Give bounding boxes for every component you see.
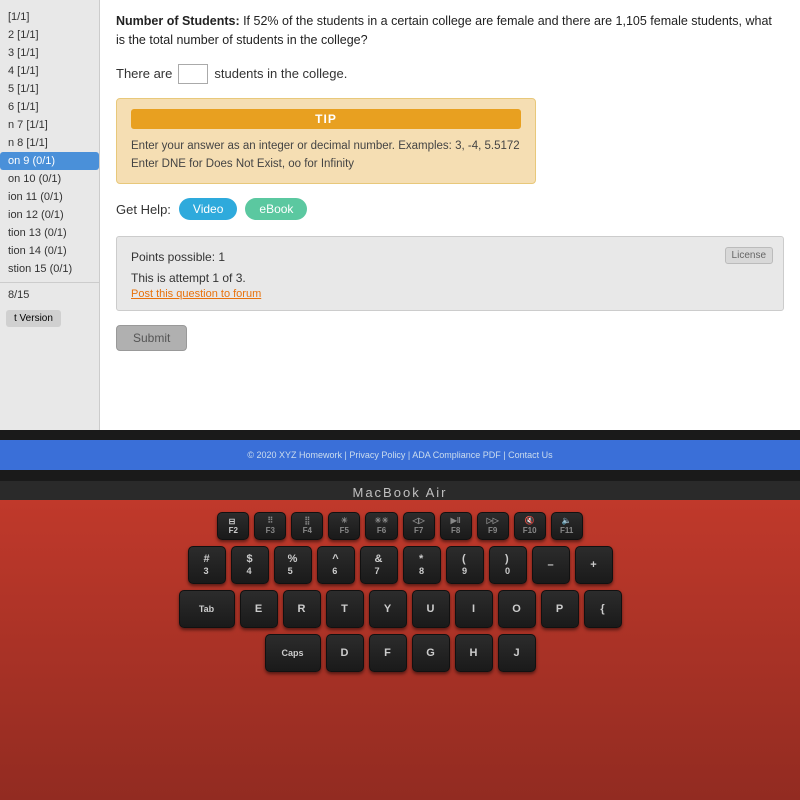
key-lparen[interactable]: (9: [446, 546, 484, 584]
key-minus[interactable]: –: [532, 546, 570, 584]
key-f5[interactable]: ☀F5: [328, 512, 360, 540]
key-f6[interactable]: ☀☀F6: [365, 512, 397, 540]
sidebar-item-9[interactable]: on 9 (0/1): [0, 152, 99, 170]
key-u[interactable]: U: [412, 590, 450, 628]
key-t[interactable]: T: [326, 590, 364, 628]
key-f3[interactable]: ⠿F3: [254, 512, 286, 540]
key-amp[interactable]: &7: [360, 546, 398, 584]
key-f4[interactable]: ⣿F4: [291, 512, 323, 540]
key-i[interactable]: I: [455, 590, 493, 628]
get-help: Get Help: Video eBook: [116, 198, 784, 220]
key-r[interactable]: R: [283, 590, 321, 628]
sidebar-item-3[interactable]: 3 [1/1]: [0, 44, 99, 62]
letter-row-e: Tab E R T Y U I O P {: [179, 590, 622, 628]
key-f2[interactable]: ⊟F2: [217, 512, 249, 540]
key-g[interactable]: G: [412, 634, 450, 672]
sidebar-item-1[interactable]: [1/1]: [0, 8, 99, 26]
key-lbrace[interactable]: {: [584, 590, 622, 628]
key-f7[interactable]: ◁▷F7: [403, 512, 435, 540]
ebook-button[interactable]: eBook: [245, 198, 307, 220]
answer-prefix: There are: [116, 66, 172, 81]
sidebar-version[interactable]: t Version: [6, 310, 61, 327]
key-p[interactable]: P: [541, 590, 579, 628]
key-tab[interactable]: Tab: [179, 590, 235, 628]
key-f[interactable]: F: [369, 634, 407, 672]
sidebar-item-14[interactable]: tion 14 (0/1): [0, 242, 99, 260]
tip-header: TIP: [131, 109, 521, 129]
key-h[interactable]: H: [455, 634, 493, 672]
footer-bar: © 2020 XYZ Homework | Privacy Policy | A…: [0, 440, 800, 470]
sidebar: [1/1] 2 [1/1] 3 [1/1] 4 [1/1] 5 [1/1] 6 …: [0, 0, 100, 430]
question-title: Number of Students: If 52% of the studen…: [116, 12, 784, 50]
sidebar-item-6[interactable]: 6 [1/1]: [0, 98, 99, 116]
answer-input[interactable]: [178, 64, 208, 84]
key-f10[interactable]: 🔇F10: [514, 512, 546, 540]
fn-key-row: ⊟F2 ⠿F3 ⣿F4 ☀F5 ☀☀F6 ◁▷F7 ▶‖F8 ▷▷F9 🔇F10…: [217, 512, 582, 540]
key-d[interactable]: D: [326, 634, 364, 672]
tip-line1: Enter your answer as an integer or decim…: [131, 137, 521, 155]
sidebar-item-12[interactable]: ion 12 (0/1): [0, 206, 99, 224]
key-e[interactable]: E: [240, 590, 278, 628]
tip-box: TIP Enter your answer as an integer or d…: [116, 98, 536, 185]
footer-text: © 2020 XYZ Homework | Privacy Policy | A…: [247, 450, 552, 460]
keyboard: ⊟F2 ⠿F3 ⣿F4 ☀F5 ☀☀F6 ◁▷F7 ▶‖F8 ▷▷F9 🔇F10…: [0, 500, 800, 800]
video-button[interactable]: Video: [179, 198, 237, 220]
key-caret[interactable]: ^6: [317, 546, 355, 584]
sidebar-item-11[interactable]: ion 11 (0/1): [0, 188, 99, 206]
key-f9[interactable]: ▷▷F9: [477, 512, 509, 540]
sidebar-item-4[interactable]: 4 [1/1]: [0, 62, 99, 80]
key-f8[interactable]: ▶‖F8: [440, 512, 472, 540]
sidebar-item-8[interactable]: n 8 [1/1]: [0, 134, 99, 152]
answer-line: There are students in the college.: [116, 64, 784, 84]
key-y[interactable]: Y: [369, 590, 407, 628]
get-help-label: Get Help:: [116, 202, 171, 217]
number-key-row: #3 $4 %5 ^6 &7 *8 (9 )0 – +: [188, 546, 613, 584]
submit-button[interactable]: Submit: [116, 325, 187, 351]
sidebar-item-10[interactable]: on 10 (0/1): [0, 170, 99, 188]
key-percent[interactable]: %5: [274, 546, 312, 584]
tip-line2: Enter DNE for Does Not Exist, oo for Inf…: [131, 155, 521, 173]
attempt-text: This is attempt 1 of 3.: [131, 268, 769, 288]
sidebar-score: 8/15: [0, 282, 99, 307]
sidebar-item-5[interactable]: 5 [1/1]: [0, 80, 99, 98]
key-rparen[interactable]: )0: [489, 546, 527, 584]
points-possible: Points possible: 1: [131, 247, 769, 267]
sidebar-item-13[interactable]: tion 13 (0/1): [0, 224, 99, 242]
key-hash[interactable]: #3: [188, 546, 226, 584]
answer-suffix: students in the college.: [214, 66, 347, 81]
key-star[interactable]: *8: [403, 546, 441, 584]
key-j[interactable]: J: [498, 634, 536, 672]
key-o[interactable]: O: [498, 590, 536, 628]
key-plus[interactable]: +: [575, 546, 613, 584]
main-content: Number of Students: If 52% of the studen…: [100, 0, 800, 430]
sidebar-item-15[interactable]: stion 15 (0/1): [0, 260, 99, 278]
screen: [1/1] 2 [1/1] 3 [1/1] 4 [1/1] 5 [1/1] 6 …: [0, 0, 800, 430]
sidebar-item-7[interactable]: n 7 [1/1]: [0, 116, 99, 134]
points-box: License Points possible: 1 This is attem…: [116, 236, 784, 311]
question-title-bold: Number of Students:: [116, 14, 240, 28]
letter-row-d: Caps D F G H J: [265, 634, 536, 672]
key-dollar[interactable]: $4: [231, 546, 269, 584]
key-f11[interactable]: 🔈F11: [551, 512, 583, 540]
sidebar-item-2[interactable]: 2 [1/1]: [0, 26, 99, 44]
forum-link[interactable]: Post this question to forum: [131, 288, 769, 300]
license-button[interactable]: License: [725, 247, 773, 264]
key-capslock[interactable]: Caps: [265, 634, 321, 672]
